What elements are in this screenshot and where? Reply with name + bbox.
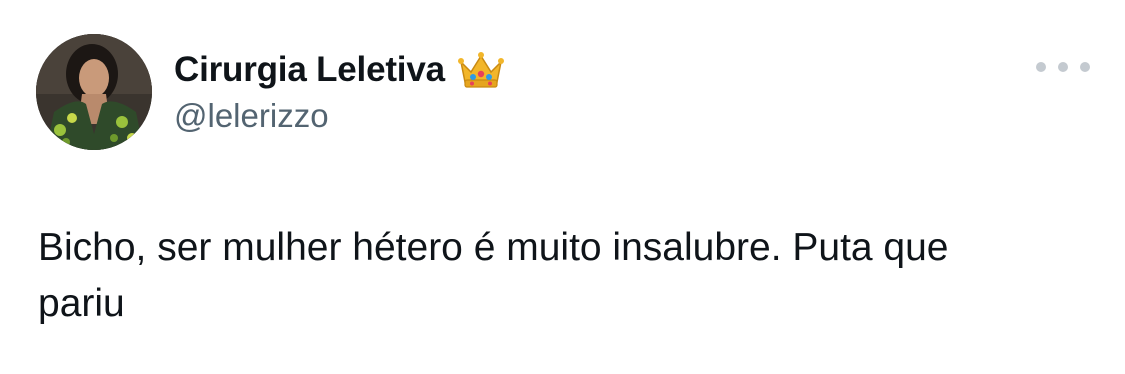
more-options-button[interactable] (1036, 56, 1090, 78)
user-handle[interactable]: @lelerizzo (174, 97, 329, 135)
tweet-card: Cirurgia Leletiva @lelerizzo Bicho, ser … (0, 0, 1125, 374)
more-horizontal-icon (1058, 62, 1068, 72)
author-name-row: Cirurgia Leletiva (174, 46, 505, 94)
more-horizontal-icon (1036, 62, 1046, 72)
tweet-text: Bicho, ser mulher hétero é muito insalub… (38, 226, 949, 325)
avatar[interactable] (36, 34, 152, 150)
display-name[interactable]: Cirurgia Leletiva (174, 50, 445, 90)
crown-icon (457, 50, 505, 90)
avatar-image (36, 34, 152, 150)
more-horizontal-icon (1080, 62, 1090, 72)
